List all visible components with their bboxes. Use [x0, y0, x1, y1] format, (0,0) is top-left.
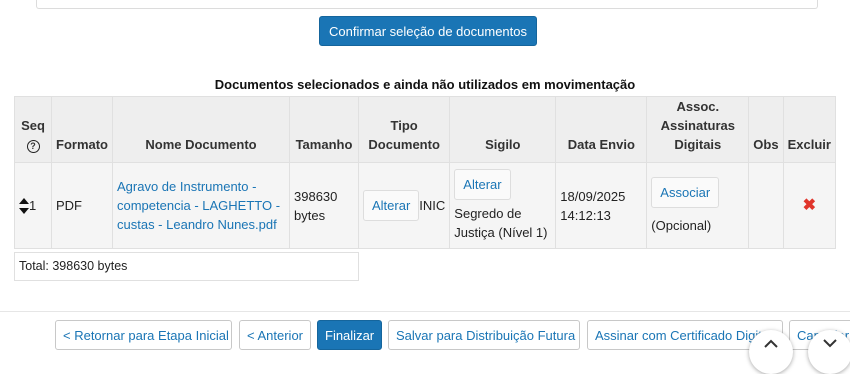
- total-size: Total: 398630 bytes: [14, 252, 359, 281]
- document-link-line-2[interactable]: competencia - LAGHETTO -: [117, 196, 285, 215]
- help-icon[interactable]: ?: [26, 140, 40, 153]
- col-sigilo-label: Sigilo: [485, 137, 521, 152]
- document-link-line-1[interactable]: Agravo de Instrumento -: [117, 177, 285, 196]
- col-excluir: Excluir: [782, 96, 836, 163]
- anterior-button[interactable]: < Anterior: [239, 320, 311, 350]
- salvar-distribuicao-futura-button[interactable]: Salvar para Distribuição Futura: [388, 320, 580, 350]
- col-obs-label: Obs: [753, 137, 779, 152]
- cell-formato: PDF: [51, 162, 113, 249]
- cell-data-envio: 18/09/2025 14:12:13: [555, 162, 648, 249]
- col-nome-documento: Nome Documento: [112, 96, 290, 163]
- col-assoc-label-1: Assoc.: [676, 99, 720, 114]
- document-link-line-3[interactable]: custas - Leandro Nunes.pdf: [117, 215, 285, 234]
- col-seq: Seq ?: [14, 96, 52, 163]
- row-sigilo-value-1: Segredo de: [454, 206, 522, 221]
- delete-x-icon[interactable]: ✖: [803, 197, 816, 214]
- col-sigilo: Sigilo: [449, 96, 557, 163]
- table-row: 1 PDF Agravo de Instrumento - competenci…: [14, 162, 836, 249]
- row-tipo-value: INIC: [419, 198, 446, 213]
- previous-panel-bottom: [36, 0, 818, 9]
- col-tamanho-label: Tamanho: [295, 137, 353, 152]
- scroll-up-button[interactable]: [749, 330, 793, 374]
- chevron-down-icon: [823, 339, 837, 348]
- cell-nome-documento[interactable]: Agravo de Instrumento - competencia - LA…: [112, 162, 290, 249]
- col-tamanho: Tamanho: [289, 96, 359, 163]
- associar-button[interactable]: Associar: [651, 176, 720, 208]
- col-tipo-label-1: Tipo: [390, 118, 418, 133]
- row-formato-value: PDF: [56, 198, 82, 213]
- cell-assoc-assinaturas: Associar (Opcional): [646, 162, 750, 249]
- cell-tipo-documento: Alterar INIC: [357, 162, 451, 249]
- col-formato: Formato: [51, 96, 113, 163]
- row-seq-value: 1: [29, 197, 37, 213]
- retornar-etapa-inicial-button[interactable]: < Retornar para Etapa Inicial: [55, 320, 232, 350]
- col-assoc-label-2: Assinaturas: [660, 118, 735, 133]
- col-assoc-label-3: Digitais: [674, 137, 722, 152]
- documents-table: Seq ? Formato Nome Documento Tamanho Tip…: [14, 96, 836, 249]
- row-data-value: 18/09/2025: [560, 188, 626, 204]
- col-nome-label: Nome Documento: [145, 137, 257, 152]
- chevron-up-icon: [764, 339, 778, 348]
- col-formato-label: Formato: [56, 137, 108, 152]
- cell-excluir: ✖: [782, 162, 836, 249]
- cell-obs: [748, 162, 784, 249]
- row-assoc-note: (Opcional): [651, 217, 712, 233]
- scroll-down-button[interactable]: [808, 330, 850, 374]
- row-tamanho-value: 398630: [294, 188, 338, 204]
- table-header-row: Seq ? Formato Nome Documento Tamanho Tip…: [14, 96, 836, 163]
- cell-tamanho: 398630 bytes: [289, 162, 359, 249]
- col-data-envio: Data Envio: [555, 96, 648, 163]
- cell-sigilo: Alterar Segredo de Justiça (Nível 1): [449, 162, 557, 249]
- row-sigilo-value-2: Justiça (Nível 1): [454, 225, 548, 240]
- alterar-tipo-button[interactable]: Alterar: [363, 190, 420, 221]
- row-hora-value: 14:12:13: [560, 207, 611, 223]
- table-title: Documentos selecionados e ainda não util…: [214, 77, 636, 92]
- col-data-label: Data Envio: [567, 137, 635, 152]
- col-seq-label: Seq: [21, 118, 45, 133]
- reorder-icon[interactable]: [19, 197, 29, 215]
- finalizar-button[interactable]: Finalizar: [317, 320, 382, 350]
- row-tamanho-unit: bytes: [294, 207, 326, 223]
- alterar-sigilo-button[interactable]: Alterar: [454, 169, 511, 200]
- col-obs: Obs: [748, 96, 784, 163]
- confirm-selection-button[interactable]: Confirmar seleção de documentos: [319, 16, 537, 46]
- col-excluir-label: Excluir: [787, 137, 831, 152]
- col-tipo-label-2: Documento: [368, 137, 440, 152]
- col-assoc-assinaturas: Assoc. Assinaturas Digitais: [646, 96, 750, 163]
- col-tipo-documento: Tipo Documento: [357, 96, 451, 163]
- cell-seq: 1: [14, 162, 52, 249]
